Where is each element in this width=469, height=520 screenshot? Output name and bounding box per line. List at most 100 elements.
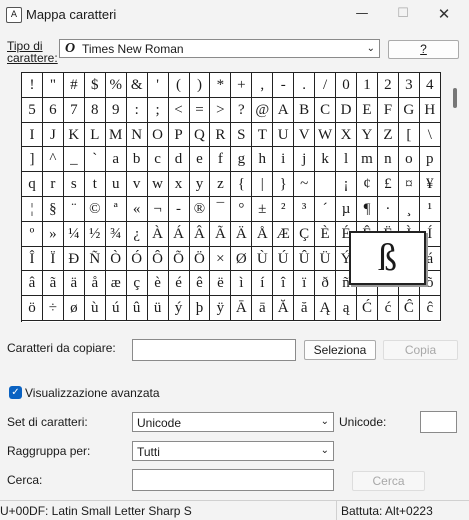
char-cell[interactable]: Õ — [168, 246, 190, 272]
char-cell[interactable]: ÿ — [210, 296, 232, 321]
char-cell[interactable]: = — [189, 97, 211, 123]
scrollbar-thumb[interactable] — [453, 88, 457, 108]
char-cell[interactable]: Ð — [63, 246, 85, 272]
char-cell[interactable]: U — [273, 122, 295, 148]
char-cell[interactable]: l — [336, 147, 357, 173]
char-cell[interactable]: O — [147, 122, 169, 148]
char-cell[interactable]: Ö — [189, 246, 211, 272]
char-cell[interactable]: Ø — [231, 246, 253, 272]
char-cell[interactable]: _ — [63, 147, 85, 173]
char-cell[interactable]: ? — [231, 97, 253, 123]
char-cell[interactable]: Z — [377, 122, 399, 148]
char-cell[interactable]: þ — [189, 296, 211, 321]
char-cell[interactable]: [ — [398, 122, 420, 148]
char-cell[interactable]: é — [168, 271, 190, 297]
char-cell[interactable]: Ù — [252, 246, 274, 272]
char-cell[interactable]: È — [315, 221, 337, 247]
char-cell[interactable]: K — [63, 122, 85, 148]
char-cell[interactable]: " — [42, 73, 64, 98]
char-cell[interactable]: k — [315, 147, 337, 173]
help-button[interactable]: ? — [388, 40, 459, 59]
char-cell[interactable]: ÷ — [42, 296, 64, 321]
char-cell[interactable]: G — [398, 97, 420, 123]
char-cell[interactable]: e — [189, 147, 211, 173]
maximize-button[interactable]: ☐ — [383, 0, 423, 30]
char-cell[interactable]: ½ — [84, 221, 106, 247]
char-cell[interactable] — [315, 172, 337, 197]
char-cell[interactable]: Ò — [105, 246, 127, 272]
char-cell[interactable]: M — [105, 122, 127, 148]
char-cell[interactable]: - — [273, 73, 295, 98]
char-cell[interactable]: W — [315, 122, 337, 148]
char-cell[interactable]: Ā — [231, 296, 253, 321]
char-cell[interactable]: & — [126, 73, 148, 98]
char-cell[interactable]: Ć — [357, 296, 378, 321]
char-cell[interactable]: t — [84, 172, 106, 197]
char-cell[interactable]: 8 — [84, 97, 106, 123]
char-cell[interactable]: ± — [252, 196, 274, 222]
char-cell[interactable]: j — [294, 147, 316, 173]
advanced-view-label[interactable]: Visualizzazione avanzata — [25, 386, 160, 400]
char-cell[interactable]: 6 — [42, 97, 64, 123]
search-input[interactable] — [132, 469, 334, 491]
char-cell[interactable]: h — [252, 147, 274, 173]
char-cell[interactable]: Ą — [315, 296, 337, 321]
char-cell[interactable]: ¬ — [147, 196, 169, 222]
char-cell[interactable]: ^ — [42, 147, 64, 173]
char-cell[interactable]: ³ — [294, 196, 316, 222]
char-cell[interactable]: b — [126, 147, 148, 173]
char-cell[interactable]: J — [42, 122, 64, 148]
char-cell[interactable]: @ — [252, 97, 274, 123]
char-cell[interactable]: E — [357, 97, 378, 123]
char-cell[interactable]: L — [84, 122, 106, 148]
char-cell[interactable]: , — [252, 73, 274, 98]
char-cell[interactable]: 4 — [419, 73, 441, 98]
char-cell[interactable]: 2 — [377, 73, 399, 98]
char-cell[interactable]: ( — [168, 73, 190, 98]
char-cell[interactable]: × — [210, 246, 232, 272]
char-cell[interactable]: % — [105, 73, 127, 98]
char-cell[interactable]: · — [377, 196, 399, 222]
char-cell[interactable]: c — [147, 147, 169, 173]
char-cell[interactable]: ĉ — [419, 296, 441, 321]
char-cell[interactable]: < — [168, 97, 190, 123]
char-cell[interactable]: P — [168, 122, 190, 148]
char-cell[interactable]: ! — [22, 73, 43, 98]
char-cell[interactable]: ; — [147, 97, 169, 123]
char-cell[interactable]: Ã — [210, 221, 232, 247]
char-cell[interactable]: ë — [210, 271, 232, 297]
char-cell[interactable]: ã — [42, 271, 64, 297]
char-cell[interactable]: B — [294, 97, 316, 123]
char-cell[interactable]: ® — [189, 196, 211, 222]
char-cell[interactable]: s — [63, 172, 85, 197]
char-cell[interactable]: F — [377, 97, 399, 123]
char-cell[interactable]: Ç — [294, 221, 316, 247]
char-cell[interactable]: u — [105, 172, 127, 197]
char-cell[interactable]: f — [210, 147, 232, 173]
char-cell[interactable]: > — [210, 97, 232, 123]
char-cell[interactable]: ç — [126, 271, 148, 297]
char-cell[interactable]: © — [84, 196, 106, 222]
char-cell[interactable]: N — [126, 122, 148, 148]
char-cell[interactable]: ~ — [294, 172, 316, 197]
char-cell[interactable]: ö — [22, 296, 43, 321]
char-cell[interactable]: ï — [294, 271, 316, 297]
char-cell[interactable]: ¡ — [336, 172, 357, 197]
char-cell[interactable]: ê — [189, 271, 211, 297]
char-cell[interactable]: + — [231, 73, 253, 98]
char-cell[interactable]: $ — [84, 73, 106, 98]
char-cell[interactable]: Ô — [147, 246, 169, 272]
char-cell[interactable]: g — [231, 147, 253, 173]
char-cell[interactable]: ù — [84, 296, 106, 321]
char-cell[interactable]: w — [147, 172, 169, 197]
char-cell[interactable]: 9 — [105, 97, 127, 123]
char-cell[interactable]: Y — [357, 122, 378, 148]
char-cell[interactable]: o — [398, 147, 420, 173]
char-cell[interactable]: ü — [147, 296, 169, 321]
char-cell[interactable]: . — [294, 73, 316, 98]
minimize-button[interactable]: — — [342, 0, 382, 30]
char-cell[interactable]: æ — [105, 271, 127, 297]
char-cell[interactable]: µ — [336, 196, 357, 222]
char-cell[interactable]: í — [252, 271, 274, 297]
char-cell[interactable]: â — [22, 271, 43, 297]
